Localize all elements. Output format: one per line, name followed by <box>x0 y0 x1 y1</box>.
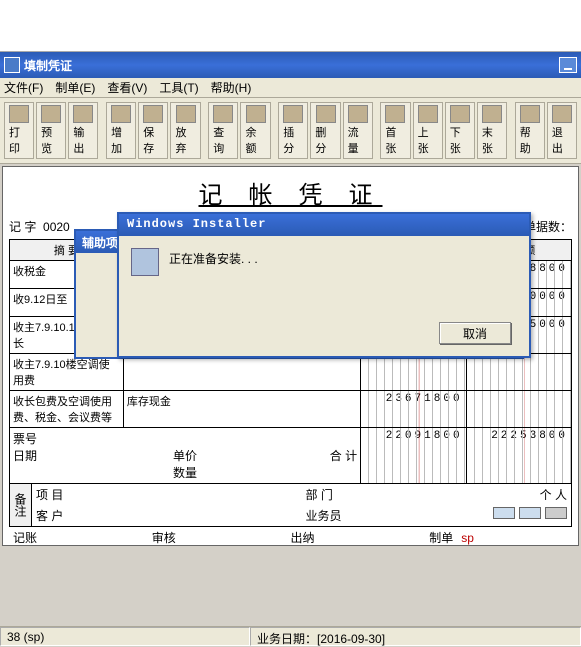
add-button[interactable]: 增加 <box>106 102 136 159</box>
total-credit: 22253800 <box>466 428 571 484</box>
total-label: 合 计 <box>297 447 357 464</box>
price-label: 单价 <box>73 447 297 464</box>
next-icon <box>450 105 470 123</box>
menu-file[interactable]: 文件(F) <box>4 79 43 96</box>
output-button[interactable]: 输出 <box>68 102 98 159</box>
last-button[interactable]: 末张 <box>477 102 507 159</box>
window-title: 填制凭证 <box>24 57 559 74</box>
word-label: 记 字 <box>9 220 36 234</box>
signature-row: 记账 审核 出纳 制单 sp <box>9 527 572 546</box>
sales-label: 业务员 <box>306 507 346 524</box>
query-button[interactable]: 查询 <box>208 102 238 159</box>
balance-button[interactable]: 余额 <box>240 102 270 159</box>
installer-message: 正在准备安装. . . <box>131 248 517 267</box>
exit-icon <box>552 105 572 123</box>
installer-dialog: Windows Installer 正在准备安装. . . 取消 <box>117 212 531 358</box>
installer-icon <box>131 248 159 276</box>
menu-view[interactable]: 查看(V) <box>107 79 147 96</box>
qty-label: 数量 <box>13 464 357 481</box>
table-row[interactable]: 收长包费及空调使用费、税金、会议费等库存现金23671800 <box>10 391 572 428</box>
save-button[interactable]: 保存 <box>138 102 168 159</box>
status-right-label: 业务日期： <box>257 632 317 646</box>
status-bar: 38 (sp) 业务日期：[2016-09-30] <box>0 626 581 646</box>
totals-row: 票号 日期单价合 计 数量 22091800 22253800 <box>10 428 572 484</box>
total-debit: 22091800 <box>361 428 466 484</box>
delrow-icon <box>316 105 336 123</box>
help-icon <box>520 105 540 123</box>
flow-button[interactable]: 流量 <box>343 102 373 159</box>
print-button[interactable]: 打印 <box>4 102 34 159</box>
sig-cn: 出纳 <box>291 529 430 546</box>
exit-button[interactable]: 退出 <box>547 102 577 159</box>
menu-help[interactable]: 帮助(H) <box>211 79 252 96</box>
toolbar: 打印 预览 输出 增加 保存 放弃 查询 余额 插分 删分 流量 首张 上张 下… <box>0 98 581 164</box>
installer-dialog-title: Windows Installer <box>119 214 529 236</box>
add-icon <box>111 105 131 123</box>
menu-tool[interactable]: 工具(T) <box>159 79 198 96</box>
billno-label: 票号 <box>13 432 37 446</box>
sig-zd: 制单 <box>429 531 453 545</box>
sig-jz: 记账 <box>13 529 152 546</box>
date2-label: 日期 <box>13 447 73 464</box>
delrow-button[interactable]: 删分 <box>310 102 340 159</box>
remark-section: 备注 项 目 部 门 个 人 客 户 业务员 <box>9 484 572 527</box>
status-right-value: [2016-09-30] <box>317 632 385 646</box>
query-icon <box>213 105 233 123</box>
menu-make[interactable]: 制单(E) <box>55 79 95 96</box>
sig-zd-value: sp <box>461 531 474 545</box>
stamp-icon[interactable] <box>519 507 541 519</box>
last-icon <box>482 105 502 123</box>
dept-label: 部 门 <box>306 486 346 503</box>
table-row[interactable]: 收主7.9.10楼空调使用费 <box>10 354 572 391</box>
proj-label: 项 目 <box>36 486 76 503</box>
preview-button[interactable]: 预览 <box>36 102 66 159</box>
save-icon <box>143 105 163 123</box>
window-titlebar: 填制凭证 <box>0 52 581 78</box>
sig-sh: 审核 <box>152 529 291 546</box>
person-label: 个 人 <box>540 486 567 503</box>
prev-button[interactable]: 上张 <box>413 102 443 159</box>
help-button[interactable]: 帮助 <box>515 102 545 159</box>
doc-title: 记 帐 凭 证 <box>9 175 572 210</box>
status-left: 38 (sp) <box>0 627 250 646</box>
print-icon <box>9 105 29 123</box>
insrow-button[interactable]: 插分 <box>278 102 308 159</box>
next-button[interactable]: 下张 <box>445 102 475 159</box>
first-button[interactable]: 首张 <box>380 102 410 159</box>
word-no[interactable]: 0020 <box>43 220 70 234</box>
preview-icon <box>41 105 61 123</box>
abandon-button[interactable]: 放弃 <box>170 102 200 159</box>
stamp-icon[interactable] <box>545 507 567 519</box>
abandon-icon <box>176 105 196 123</box>
installer-cancel-button[interactable]: 取消 <box>439 322 511 344</box>
insrow-icon <box>283 105 303 123</box>
stamp-icon[interactable] <box>493 507 515 519</box>
prev-icon <box>418 105 438 123</box>
minimize-button[interactable] <box>559 57 577 73</box>
balance-icon <box>246 105 266 123</box>
remark-label: 备注 <box>10 484 32 526</box>
app-icon <box>4 57 20 73</box>
cust-label: 客 户 <box>36 507 76 524</box>
flow-icon <box>348 105 368 123</box>
menu-bar: 文件(F) 制单(E) 查看(V) 工具(T) 帮助(H) <box>0 78 581 98</box>
first-icon <box>385 105 405 123</box>
output-icon <box>73 105 93 123</box>
